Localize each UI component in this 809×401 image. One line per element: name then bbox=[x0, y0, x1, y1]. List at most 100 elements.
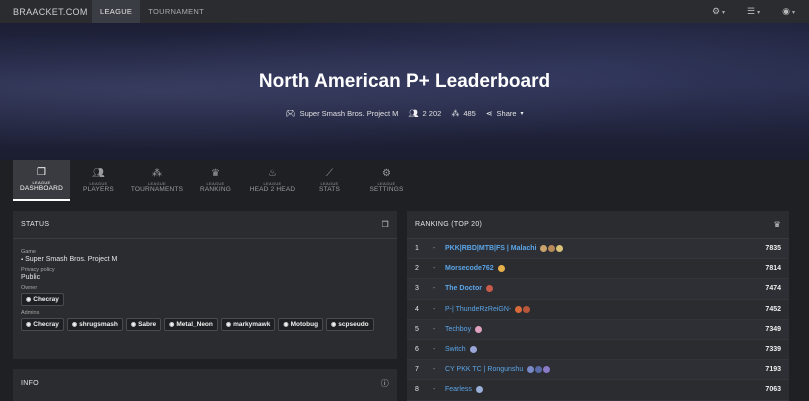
player-name[interactable]: The Doctor bbox=[445, 285, 749, 293]
subtab-players[interactable]: 👥︎ LEAGUE PLAYERS bbox=[70, 160, 127, 201]
rank-change: - bbox=[433, 265, 436, 273]
share-label: Share bbox=[496, 109, 517, 118]
subtab-ranking[interactable]: ♛ LEAGUE RANKING bbox=[187, 160, 244, 201]
ranking-row[interactable]: 8 - Fearless 7063 bbox=[407, 380, 789, 401]
subtab-stats-label: STATS bbox=[319, 186, 340, 193]
document-icon[interactable]: ☰ ▾ bbox=[747, 6, 760, 17]
nav-tab-tournament[interactable]: TOURNAMENT bbox=[140, 0, 212, 23]
info-panel: INFO ⓘ bbox=[13, 369, 397, 401]
admin-name: shrugsmash bbox=[79, 321, 118, 328]
ranking-row[interactable]: 4 - P-| ThundeRzReiGN- 7452 bbox=[407, 300, 789, 320]
rank-score: 7349 bbox=[765, 325, 781, 333]
rank-score: 7193 bbox=[765, 366, 781, 374]
admin-chip[interactable]: ◉ Metal_Neon bbox=[164, 318, 218, 331]
cube-icon: ❒ bbox=[37, 167, 46, 178]
player-name-text: Morsecode762 bbox=[445, 265, 494, 273]
player-name-text: P-| ThundeRzReiGN- bbox=[445, 305, 512, 313]
character-icon bbox=[556, 245, 564, 253]
character-icon bbox=[475, 386, 483, 394]
ranking-panel-header: RANKING (TOP 20) ♛ bbox=[407, 211, 789, 239]
ranking-row[interactable]: 1 - PKK|RBD|MTB|FS | Malachi 7835 bbox=[407, 239, 789, 260]
character-icons bbox=[485, 285, 493, 293]
player-name[interactable]: Morsecode762 bbox=[445, 265, 749, 273]
chart-icon: ⟋ bbox=[326, 168, 333, 179]
cube-icon: ❒ bbox=[381, 220, 389, 229]
character-icon bbox=[515, 305, 523, 313]
subtab-stats[interactable]: ⟋ LEAGUE STATS bbox=[301, 160, 358, 201]
info-icon: ⓘ bbox=[380, 378, 389, 388]
subtab-head2head[interactable]: ♨ LEAGUE HEAD 2 HEAD bbox=[244, 160, 301, 201]
game-info: 🎮︎ Super Smash Bros. Project M bbox=[285, 109, 398, 118]
nav-right-menu: ⚙ ▾ ☰ ▾ ◉ ▾ bbox=[712, 0, 795, 23]
tournaments-count-value: 485 bbox=[463, 109, 476, 118]
rank-change: - bbox=[433, 366, 436, 374]
subtab-ranking-label: RANKING bbox=[199, 186, 231, 193]
user-icon: ◉ bbox=[283, 322, 289, 328]
ranking-panel-title: RANKING (TOP 20) bbox=[415, 221, 483, 228]
subtab-dashboard[interactable]: ❒ LEAGUE DASHBOARD bbox=[13, 160, 70, 201]
share-button[interactable]: ⋖ Share ▾ bbox=[486, 109, 524, 118]
admin-chip[interactable]: ◉ markymawk bbox=[220, 318, 276, 331]
owner-name: Checray bbox=[33, 296, 59, 303]
player-name-text: CY PKK TC | Rongunshu bbox=[445, 366, 524, 374]
user-icon: ◉ bbox=[26, 322, 32, 328]
admin-chip[interactable]: ◉ scpseudo bbox=[326, 318, 374, 331]
character-icon bbox=[469, 346, 477, 354]
ranking-row[interactable]: 5 - Techboy 7349 bbox=[407, 319, 789, 340]
character-icons bbox=[475, 325, 483, 333]
rank-change: - bbox=[433, 245, 436, 253]
nav-tab-league[interactable]: LEAGUE bbox=[92, 0, 141, 23]
admin-chip[interactable]: ◉ Motobug bbox=[278, 318, 324, 331]
gear-icon[interactable]: ⚙ ▾ bbox=[712, 6, 725, 17]
rank-score: 7063 bbox=[765, 386, 781, 394]
subtab-dashboard-label: DASHBOARD bbox=[20, 185, 63, 192]
ranking-row[interactable]: 2 - Morsecode762 7814 bbox=[407, 259, 789, 280]
admin-name: scpseudo bbox=[338, 321, 369, 328]
ranking-row[interactable]: 7 - CY PKK TC | Rongunshu 7193 bbox=[407, 360, 789, 381]
player-name[interactable]: Fearless bbox=[445, 386, 749, 394]
character-icon bbox=[548, 245, 556, 253]
ranking-row[interactable]: 3 - The Doctor 7474 bbox=[407, 279, 789, 300]
ranking-row[interactable]: 6 - Switch 7339 bbox=[407, 340, 789, 361]
admin-chip[interactable]: ◉ Sabre bbox=[125, 318, 162, 331]
player-name[interactable]: PKK|RBD|MTB|FS | Malachi bbox=[445, 245, 749, 253]
player-name[interactable]: CY PKK TC | Rongunshu bbox=[445, 366, 749, 374]
brand-logo[interactable]: BRAACKET.COM bbox=[0, 7, 92, 17]
rank-change: - bbox=[433, 346, 436, 354]
subtab-tournaments[interactable]: ⁂ LEAGUE TOURNAMENTS bbox=[127, 160, 187, 201]
users-icon: 👥︎ bbox=[408, 109, 419, 118]
user-icon[interactable]: ◉ ▾ bbox=[782, 6, 795, 17]
player-name[interactable]: Techboy bbox=[445, 325, 749, 333]
gamepad-icon: ▪ bbox=[21, 257, 24, 263]
trophy-icon: ♛ bbox=[211, 168, 220, 179]
players-count: 👥︎ 2 202 bbox=[408, 109, 441, 118]
subtab-head2head-label: HEAD 2 HEAD bbox=[249, 186, 296, 193]
status-panel: STATUS ❒ Game ▪ Super Smash Bros. Projec… bbox=[13, 211, 397, 359]
subtab-settings[interactable]: ⚙ LEAGUE SETTINGS bbox=[358, 160, 415, 201]
admin-name: Checray bbox=[33, 321, 59, 328]
rank-number: 6 bbox=[415, 346, 419, 354]
player-name[interactable]: Switch bbox=[445, 346, 749, 354]
bracket-icon: ⁂ bbox=[152, 168, 162, 179]
admin-chip[interactable]: ◉ shrugsmash bbox=[66, 318, 123, 331]
gears-icon: ⚙ bbox=[382, 168, 391, 179]
game-label: Game bbox=[21, 249, 36, 255]
character-icons bbox=[469, 346, 477, 354]
owner-label: Owner bbox=[21, 285, 38, 291]
admins-label: Admins bbox=[21, 310, 40, 316]
user-icon: ◉ bbox=[331, 322, 337, 328]
rank-number: 4 bbox=[415, 305, 419, 313]
admin-chip[interactable]: ◉ Checray bbox=[21, 318, 64, 331]
admin-name: markymawk bbox=[233, 321, 271, 328]
user-icon: ◉ bbox=[130, 322, 137, 328]
character-icon bbox=[540, 245, 548, 253]
character-icons bbox=[527, 366, 551, 374]
rank-number: 5 bbox=[415, 325, 419, 333]
rank-number: 7 bbox=[415, 366, 419, 374]
privacy-value: Public bbox=[21, 274, 41, 281]
player-name[interactable]: P-| ThundeRzReiGN- bbox=[445, 305, 749, 313]
rank-score: 7835 bbox=[765, 245, 781, 253]
top-navbar: BRAACKET.COM LEAGUE TOURNAMENT ⚙ ▾ ☰ ▾ ◉ ▾ bbox=[0, 0, 809, 23]
owner-chip[interactable]: ◉ Checray bbox=[21, 293, 64, 306]
character-icon bbox=[497, 265, 505, 273]
